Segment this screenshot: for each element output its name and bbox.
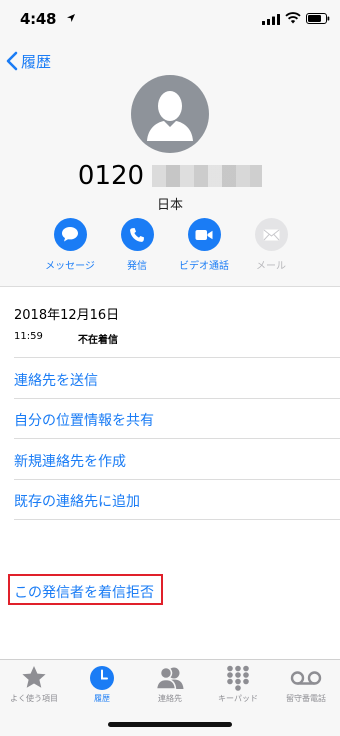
country-label: 日本: [156, 198, 183, 213]
status-bar: 4:48: [0, 0, 340, 40]
share-location-button[interactable]: 自分の位置情報を共有: [14, 410, 154, 430]
tab-voicemail[interactable]: 留守番電話: [272, 664, 340, 704]
message-icon: [62, 227, 78, 242]
send-contact-button[interactable]: 連絡先を送信: [14, 370, 98, 390]
contacts-icon: [155, 666, 184, 690]
video-icon: [195, 229, 213, 240]
status-time: 4:48: [20, 10, 57, 28]
phone-number-prefix: 0120: [77, 160, 145, 191]
tab-recents[interactable]: 履歴: [68, 664, 136, 704]
tab-contacts[interactable]: 連絡先: [136, 664, 204, 704]
call-date: 2018年12月16日: [14, 308, 120, 323]
mail-icon: [263, 229, 279, 240]
video-call-button[interactable]: ビデオ通話: [169, 218, 239, 272]
person-silhouette-icon: [147, 91, 193, 141]
tab-keypad-label: キーパッド: [218, 694, 258, 703]
avatar: [131, 75, 209, 153]
chevron-left-icon: [6, 51, 18, 71]
tab-favorites-label: よく使う項目: [10, 694, 58, 703]
tab-voicemail-label: 留守番電話: [286, 694, 326, 703]
home-indicator: [108, 722, 232, 727]
call-button[interactable]: 発信: [102, 218, 172, 272]
cellular-signal-icon: [262, 14, 280, 25]
divider: [14, 519, 340, 520]
back-label: 履歴: [21, 52, 52, 71]
wifi-icon: [285, 12, 301, 24]
tab-recents-label: 履歴: [94, 694, 110, 703]
mail-label: メール: [256, 261, 286, 272]
voicemail-icon: [290, 670, 322, 685]
message-button[interactable]: メッセージ: [35, 218, 105, 272]
phone-icon: [130, 227, 144, 242]
keypad-icon: [227, 665, 249, 691]
create-contact-button[interactable]: 新規連絡先を作成: [14, 451, 126, 471]
tab-keypad[interactable]: キーパッド: [204, 664, 272, 704]
add-to-existing-contact-button[interactable]: 既存の連絡先に追加: [14, 491, 140, 511]
redacted-number: [152, 164, 263, 187]
block-caller-button[interactable]: この発信者を着信拒否: [14, 582, 154, 602]
divider: [14, 398, 340, 399]
action-row: メッセージ 発信 ビデオ通話 メール: [38, 218, 308, 278]
call-label: 発信: [127, 261, 147, 272]
mail-button: メール: [236, 218, 306, 272]
back-button[interactable]: 履歴: [6, 48, 51, 74]
divider: [14, 438, 340, 439]
divider: [14, 479, 340, 480]
tab-favorites[interactable]: よく使う項目: [0, 664, 68, 704]
tab-contacts-label: 連絡先: [158, 694, 182, 703]
clock-icon: [90, 665, 114, 690]
call-time: 11:59: [14, 331, 43, 342]
star-icon: [22, 666, 46, 688]
video-call-label: ビデオ通話: [179, 261, 229, 272]
divider: [14, 357, 340, 358]
location-arrow-icon: [67, 14, 75, 22]
battery-icon: [306, 13, 330, 24]
phone-number: 0120: [0, 160, 340, 191]
message-label: メッセージ: [45, 261, 95, 272]
call-type: 不在着信: [78, 335, 118, 346]
